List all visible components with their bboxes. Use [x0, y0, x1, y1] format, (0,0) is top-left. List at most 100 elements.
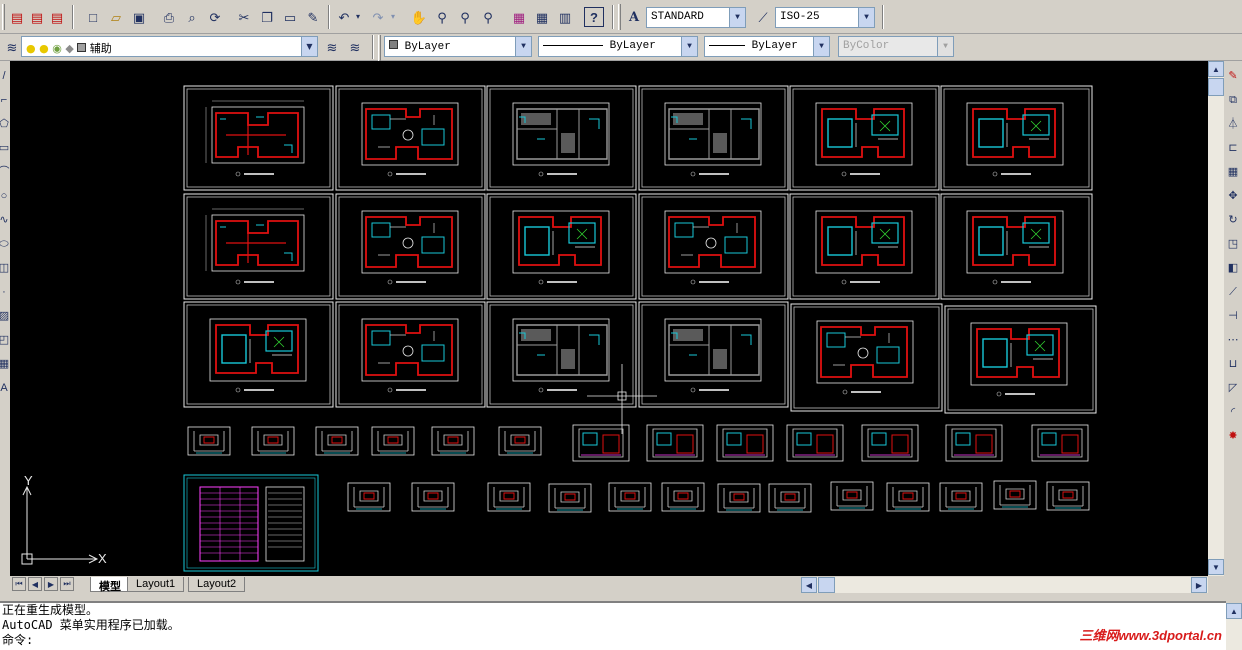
array-icon[interactable]: ▦ — [1226, 165, 1240, 179]
new-file-icon[interactable]: □ — [83, 7, 103, 27]
floor-plan-sheet[interactable] — [335, 85, 486, 191]
pdf-icon[interactable]: ▤ — [7, 7, 27, 27]
break-icon[interactable]: ⋯ — [1226, 333, 1240, 347]
elevation-sheet[interactable] — [786, 424, 844, 462]
scale-icon[interactable]: ◳ — [1226, 237, 1240, 251]
publish-icon[interactable]: ⟳ — [205, 7, 225, 27]
tab-last-button[interactable]: ⏭ — [60, 577, 74, 591]
layer-select[interactable]: ● ● ◉ ◆ 辅助 ▼ — [21, 36, 318, 57]
elevation-sheet[interactable] — [716, 424, 774, 462]
elevation-sheet[interactable] — [717, 483, 761, 513]
dim-style-icon[interactable]: ⟋ — [753, 7, 773, 27]
lineweight-select[interactable]: ByLayer ▼ — [704, 36, 830, 57]
elevation-sheet[interactable] — [830, 481, 874, 511]
material-schedule-sheet[interactable] — [183, 474, 319, 572]
zoom-window-icon[interactable]: ⚲ — [455, 7, 475, 27]
elevation-sheet[interactable] — [411, 482, 455, 512]
tab-first-button[interactable]: ⏮ — [12, 577, 26, 591]
cut-icon[interactable]: ✂ — [234, 7, 254, 27]
elevation-sheet[interactable] — [646, 424, 704, 462]
command-window[interactable]: 正在重生成模型。 AutoCAD 菜单实用程序已加载。 命令: — [0, 601, 1226, 650]
elevation-sheet[interactable] — [371, 426, 415, 456]
match-properties-icon[interactable]: ✎ — [303, 7, 323, 27]
scroll-down-button[interactable]: ▼ — [1208, 559, 1224, 575]
scroll-thumb[interactable] — [1208, 78, 1224, 96]
elevation-sheet[interactable] — [945, 424, 1003, 462]
model-space-canvas[interactable]: Y X — [10, 61, 1208, 576]
pan-icon[interactable]: ✋ — [409, 7, 429, 27]
horizontal-scrollbar[interactable]: ◀ ▶ — [801, 577, 1208, 593]
copy-icon[interactable]: ❐ — [257, 7, 277, 27]
extend-icon[interactable]: ⊣ — [1226, 309, 1240, 323]
command-prompt[interactable]: 命令: — [0, 633, 1226, 648]
elevation-sheet[interactable] — [431, 426, 475, 456]
design-center-icon[interactable]: ▦ — [532, 7, 552, 27]
plot-preview-icon[interactable]: ⌕ — [182, 7, 202, 27]
elevation-sheet[interactable] — [498, 426, 542, 456]
paste-icon[interactable]: ▭ — [280, 7, 300, 27]
redo-dropdown-icon[interactable]: ▾ — [388, 7, 398, 27]
tab-prev-button[interactable]: ◀ — [28, 577, 42, 591]
elevation-sheet[interactable] — [608, 482, 652, 512]
floor-plan-sheet[interactable] — [335, 301, 486, 408]
plot-layer-icon[interactable]: ◆ — [65, 42, 73, 55]
text-style-icon[interactable]: A — [624, 7, 644, 27]
floor-plan-sheet[interactable] — [789, 85, 940, 191]
text-style-select[interactable]: STANDARD ▼ — [646, 7, 746, 28]
floor-plan-sheet[interactable] — [183, 301, 334, 408]
undo-dropdown-icon[interactable]: ▾ — [353, 7, 363, 27]
tab-layout2[interactable]: Layout2 — [188, 577, 246, 592]
chamfer-icon[interactable]: ◸ — [1226, 381, 1240, 395]
erase-icon[interactable]: ✎ — [1226, 69, 1240, 83]
undo-icon[interactable]: ↶ — [334, 7, 354, 27]
properties-icon[interactable]: ▦ — [509, 7, 529, 27]
scroll-up-button[interactable]: ▲ — [1208, 61, 1224, 77]
trim-icon[interactable]: ⟋ — [1226, 285, 1240, 299]
elevation-sheet[interactable] — [487, 482, 531, 512]
plot-icon[interactable]: ⎙ — [159, 7, 179, 27]
elevation-sheet[interactable] — [939, 482, 983, 512]
scroll-left-button[interactable]: ◀ — [801, 577, 817, 593]
dim-style-select[interactable]: ISO-25 ▼ — [775, 7, 875, 28]
mirror-icon[interactable]: ⏃ — [1226, 117, 1240, 131]
elevation-sheet[interactable] — [861, 424, 919, 462]
elevation-sheet[interactable] — [347, 482, 391, 512]
layer-previous-icon[interactable]: ≋ — [345, 37, 365, 57]
command-scroll-up-button[interactable]: ▲ — [1226, 603, 1242, 619]
floor-plan-sheet[interactable] — [638, 301, 789, 408]
scroll-right-button[interactable]: ▶ — [1191, 577, 1207, 593]
floor-plan-sheet[interactable] — [940, 85, 1093, 191]
tab-model[interactable]: 模型 — [90, 577, 130, 593]
vertical-scrollbar[interactable]: ▲ ▼ — [1208, 61, 1224, 576]
floor-plan-sheet[interactable] — [638, 193, 789, 300]
elevation-sheet[interactable] — [886, 482, 930, 512]
stretch-icon[interactable]: ◧ — [1226, 261, 1240, 275]
explode-icon[interactable]: ✸ — [1226, 429, 1240, 443]
make-layer-current-icon[interactable]: ≋ — [322, 37, 342, 57]
help-icon[interactable]: ? — [584, 7, 604, 27]
floor-plan-sheet[interactable] — [944, 305, 1097, 414]
floor-plan-sheet[interactable] — [789, 193, 940, 300]
offset-icon[interactable]: ⊏ — [1226, 141, 1240, 155]
h-scroll-thumb[interactable] — [818, 577, 835, 593]
move-icon[interactable]: ✥ — [1226, 189, 1240, 203]
linetype-select[interactable]: ByLayer ▼ — [538, 36, 698, 57]
elevation-sheet[interactable] — [251, 426, 295, 456]
tab-next-button[interactable]: ▶ — [44, 577, 58, 591]
elevation-sheet[interactable] — [315, 426, 359, 456]
tab-layout1[interactable]: Layout1 — [127, 577, 185, 592]
redo-icon[interactable]: ↷ — [368, 7, 388, 27]
save-icon[interactable]: ▣ — [129, 7, 149, 27]
floor-plan-sheet[interactable] — [486, 301, 637, 408]
elevation-sheet[interactable] — [993, 480, 1037, 510]
elevation-sheet[interactable] — [548, 483, 592, 513]
floor-plan-sheet[interactable] — [335, 193, 486, 300]
pdf-settings-icon[interactable]: ▤ — [47, 7, 67, 27]
sun-icon[interactable]: ● — [39, 42, 49, 55]
open-file-icon[interactable]: ▱ — [106, 7, 126, 27]
floor-plan-sheet[interactable] — [486, 193, 637, 300]
elevation-sheet[interactable] — [661, 482, 705, 512]
color-select[interactable]: ByLayer ▼ — [384, 36, 532, 57]
tool-palettes-icon[interactable]: ▥ — [555, 7, 575, 27]
floor-plan-sheet[interactable] — [790, 303, 943, 412]
